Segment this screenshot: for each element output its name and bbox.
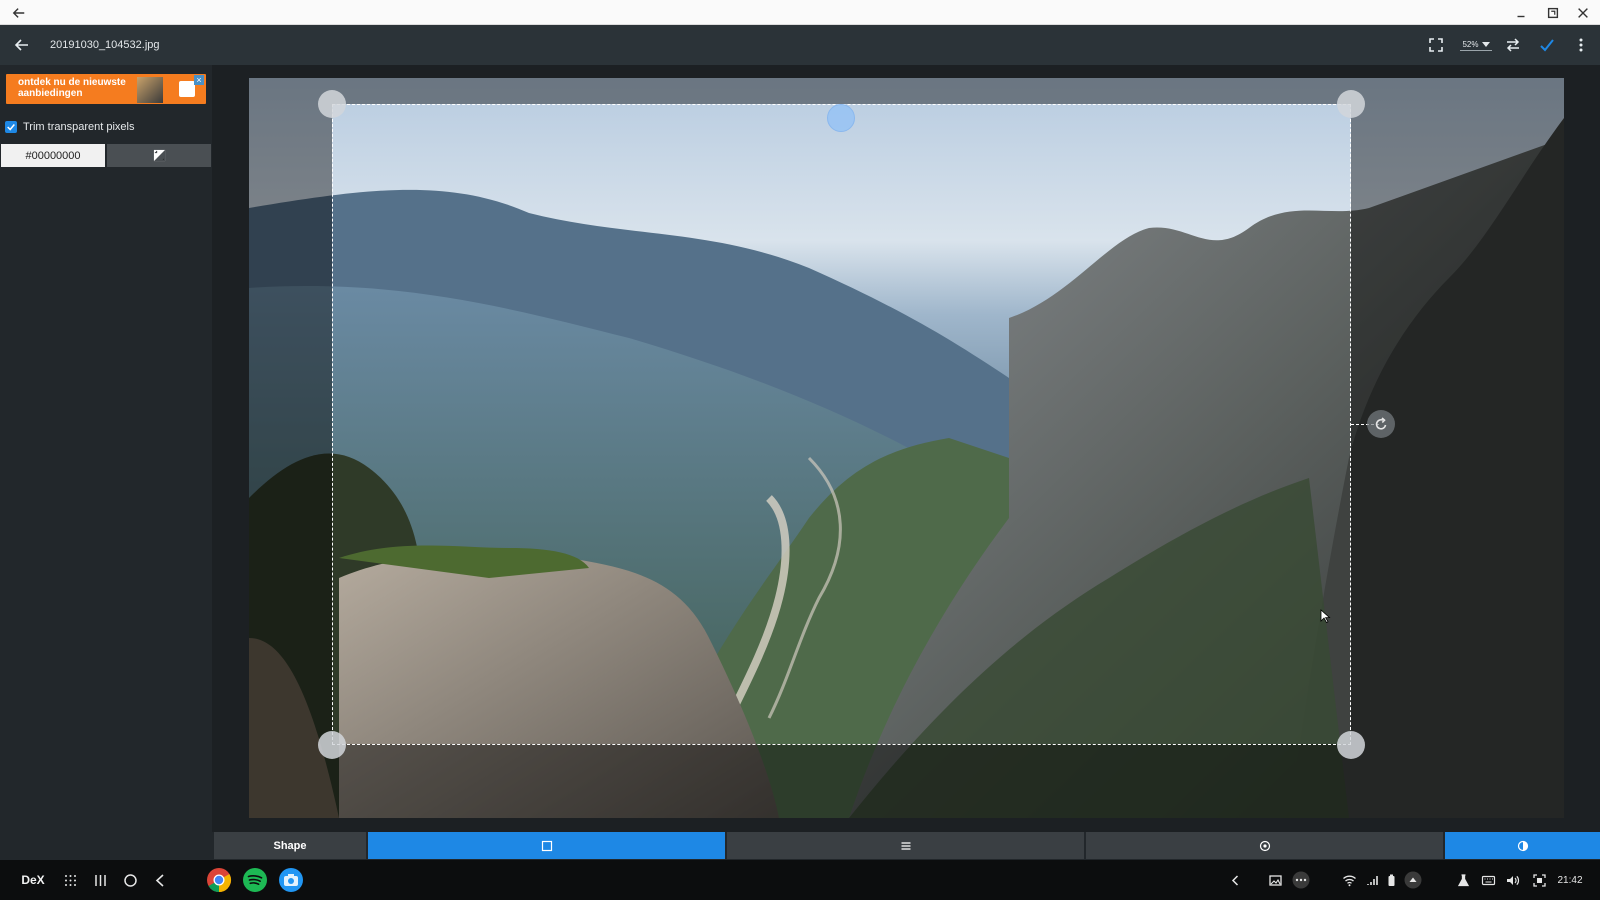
expand-up-icon[interactable] <box>1402 860 1424 900</box>
tab-lines[interactable] <box>727 832 1084 859</box>
check-icon[interactable] <box>1535 33 1559 57</box>
rotate-icon[interactable] <box>1367 410 1395 438</box>
tab-rectangle[interactable] <box>368 832 725 859</box>
signal-icon <box>1363 860 1381 900</box>
tab-circle[interactable] <box>1086 832 1443 859</box>
zoom-select[interactable]: 52% <box>1458 33 1494 57</box>
crop-handle-top-left[interactable] <box>318 90 346 118</box>
swap-icon[interactable] <box>1501 33 1525 57</box>
recent-apps-icon[interactable] <box>90 860 110 900</box>
battery-icon <box>1382 860 1400 900</box>
color-picker-button[interactable] <box>107 144 211 167</box>
crop-handle-bottom-left[interactable] <box>318 731 346 759</box>
window-back-icon[interactable] <box>4 0 34 25</box>
maximize-icon[interactable] <box>1538 0 1568 25</box>
clock: 21:42 <box>1557 874 1583 886</box>
dex-taskbar: DeX 21:42 <box>0 860 1600 900</box>
tab-shape[interactable]: Shape <box>214 832 366 859</box>
crop-frame[interactable] <box>332 104 1351 745</box>
trim-checkbox-row[interactable]: Trim transparent pixels <box>5 121 134 133</box>
fullscreen-icon[interactable] <box>1424 33 1448 57</box>
chevron-down-icon <box>1481 41 1490 47</box>
transparency-icon <box>153 149 165 162</box>
app-toolbar: 20191030_104532.jpg 52% <box>0 25 1600 65</box>
camera-icon[interactable] <box>277 860 305 900</box>
trim-checkbox[interactable] <box>5 121 17 133</box>
tab-shape-label: Shape <box>273 839 307 852</box>
window-title-bar <box>0 0 1600 25</box>
square-icon <box>541 840 552 851</box>
chevron-left-icon[interactable] <box>1225 860 1245 900</box>
contrast-icon <box>1517 840 1528 851</box>
home-icon[interactable] <box>120 860 140 900</box>
ad-text: ontdek nu de nieuwste aanbiedingen <box>18 77 126 99</box>
circle-icon <box>1259 840 1270 851</box>
arrow-left-icon[interactable] <box>10 33 34 57</box>
zoom-value: 52% <box>1462 39 1479 49</box>
ad-cta <box>179 81 195 97</box>
tab-contrast[interactable] <box>1445 832 1600 859</box>
wifi-icon <box>1339 860 1359 900</box>
gallery-icon[interactable] <box>1265 860 1285 900</box>
back-icon[interactable] <box>150 860 170 900</box>
ad-image <box>137 77 163 103</box>
ad-banner[interactable]: ontdek nu de nieuwste aanbiedingen × <box>6 74 206 104</box>
minimize-icon[interactable] <box>1506 0 1536 25</box>
trim-label: Trim transparent pixels <box>23 121 135 133</box>
close-icon[interactable] <box>1568 0 1598 25</box>
bottom-tab-bar: Shape <box>212 832 1600 860</box>
spotify-icon[interactable] <box>241 860 269 900</box>
flask-icon <box>1454 860 1472 900</box>
crop-handle-top-right[interactable] <box>1337 90 1365 118</box>
more-horiz-icon[interactable] <box>1290 860 1312 900</box>
dex-button[interactable]: DeX <box>18 860 48 900</box>
crop-handle-top-center[interactable] <box>827 104 855 132</box>
more-vert-icon[interactable] <box>1571 33 1591 57</box>
chrome-icon[interactable] <box>205 860 233 900</box>
ad-close-icon[interactable]: × <box>194 75 204 85</box>
crop-handle-bottom-right[interactable] <box>1337 731 1365 759</box>
options-panel: ontdek nu de nieuwste aanbiedingen × Tri… <box>0 65 212 860</box>
mouse-cursor-icon <box>1320 609 1331 623</box>
screenshot-icon[interactable] <box>1530 860 1548 900</box>
keyboard-icon[interactable] <box>1479 860 1497 900</box>
apps-grid-icon[interactable] <box>60 860 80 900</box>
color-value-field[interactable]: #00000000 <box>1 144 105 167</box>
menu-icon <box>901 841 910 850</box>
file-name: 20191030_104532.jpg <box>50 39 160 51</box>
volume-icon[interactable] <box>1503 860 1521 900</box>
